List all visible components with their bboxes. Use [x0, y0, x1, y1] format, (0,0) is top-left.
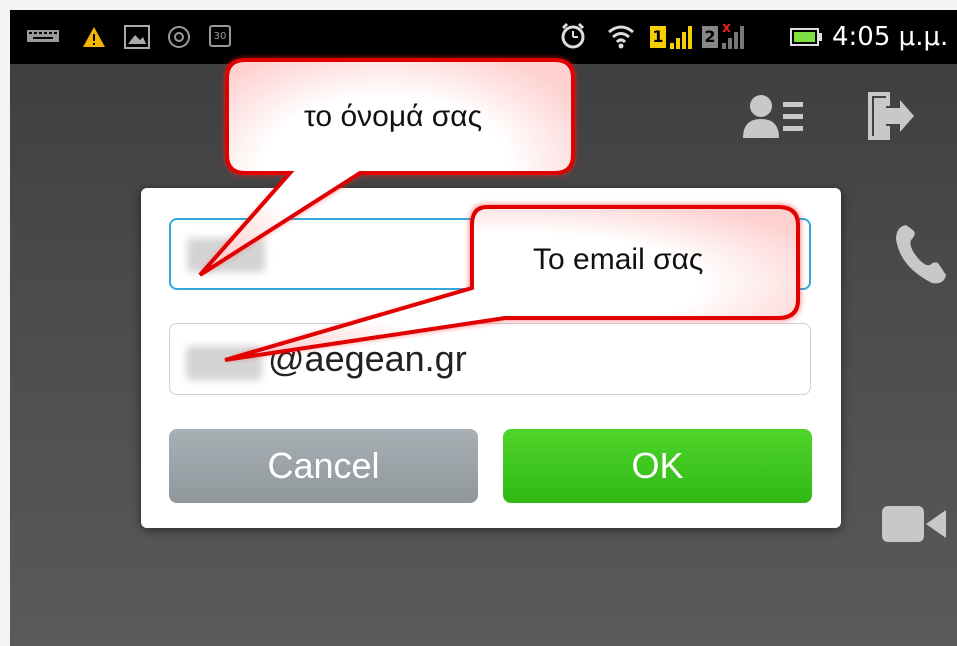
ok-button-label: OK [631, 445, 684, 486]
wifi-icon [608, 25, 634, 49]
svg-text:x: x [722, 20, 731, 36]
sim2-badge: 2 [702, 26, 718, 48]
email-callout-text: Το email σας [533, 243, 704, 276]
sim2-no-signal-icon: x [722, 20, 744, 49]
at-sign-icon [168, 26, 190, 48]
name-value-redacted [187, 238, 265, 272]
app-screen: 30 1 2 x 4:05 μ.μ. @aegean.gr Cancel OK [10, 10, 957, 646]
video-call-icon[interactable] [882, 504, 946, 544]
alarm-clock-icon [561, 22, 585, 49]
cancel-button[interactable]: Cancel [169, 429, 478, 503]
ok-button[interactable]: OK [503, 429, 812, 503]
sim1-signal-icon [670, 26, 692, 49]
calendar-label: 30 [213, 31, 227, 42]
phone-icon[interactable] [892, 223, 948, 287]
image-icon [124, 25, 150, 49]
email-domain-text: @aegean.gr [268, 338, 467, 379]
status-bar: 30 1 2 x 4:05 μ.μ. [10, 10, 957, 64]
calendar-icon: 30 [209, 25, 231, 47]
sim1-badge: 1 [650, 26, 666, 48]
registration-dialog: @aegean.gr Cancel OK [141, 188, 841, 528]
sim2-label: 2 [704, 27, 716, 46]
battery-icon [790, 28, 822, 46]
sim1-label: 1 [652, 27, 664, 46]
contacts-menu-icon[interactable] [743, 92, 805, 140]
name-field[interactable] [169, 218, 811, 290]
cancel-button-label: Cancel [267, 445, 380, 486]
warning-icon [83, 27, 105, 47]
name-callout-text: το όνομά σας [304, 100, 483, 133]
keyboard-icon [27, 30, 59, 42]
logout-icon[interactable] [864, 90, 914, 142]
email-local-part-redacted [186, 346, 262, 380]
status-bar-time: 4:05 μ.μ. [832, 22, 949, 52]
email-field[interactable]: @aegean.gr [169, 323, 811, 395]
